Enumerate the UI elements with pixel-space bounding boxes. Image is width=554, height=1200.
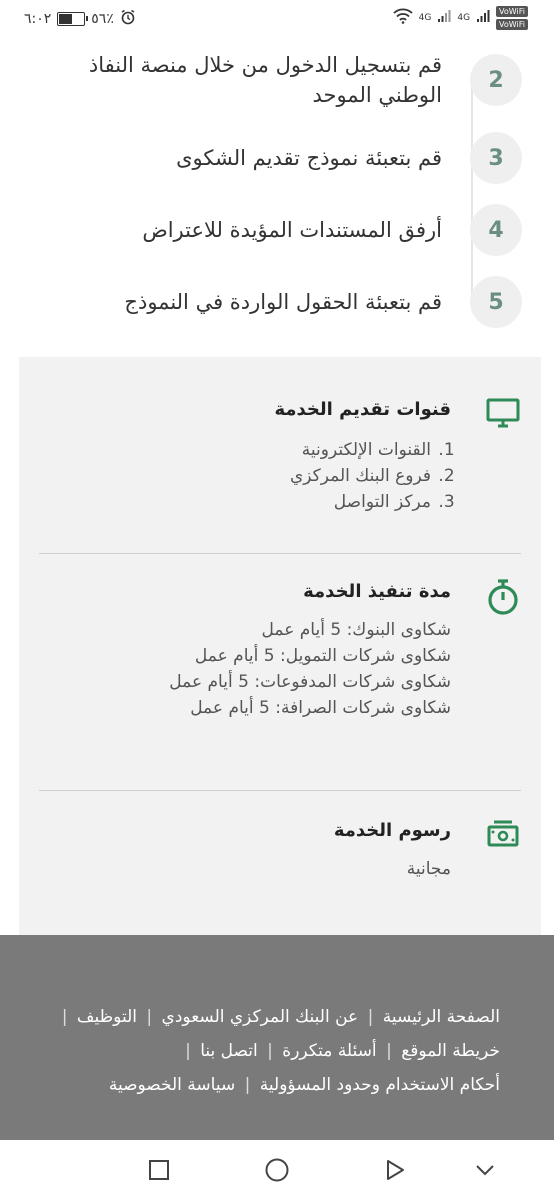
circle-icon — [265, 1158, 289, 1182]
channels-list: القنوات الإلكترونية فروع البنك المركزي م… — [290, 437, 451, 515]
footer-link-faq[interactable]: أسئلة متكررة — [282, 1041, 376, 1061]
cash-icon — [485, 816, 521, 852]
home-button[interactable] — [263, 1156, 291, 1184]
network-type-1: 4G — [418, 13, 432, 23]
service-info-card: قنوات تقديم الخدمة القنوات الإلكترونية ف… — [19, 357, 541, 957]
duration-item: شكاوى البنوك: 5 أيام عمل — [261, 620, 451, 640]
step-text: قم بتعبئة نموذج تقديم الشكوى — [176, 146, 442, 170]
wifi-icon — [393, 8, 413, 28]
network-type-2: 4G — [457, 13, 471, 23]
footer-line-1: الصفحة الرئيسية | عن البنك المركزي السعو… — [58, 1007, 500, 1027]
footer-separator: | — [146, 1007, 153, 1027]
vowifi-badge-2: VoWiFi — [496, 19, 528, 30]
footer-separator: | — [267, 1041, 273, 1061]
step-text: أرفق المستندات المؤيدة للاعتراض — [142, 218, 442, 242]
footer-link-home[interactable]: الصفحة الرئيسية — [383, 1007, 500, 1027]
step-item: 2 قم بتسجيل الدخول من خلال منصة النفاذ ا… — [62, 50, 522, 110]
step-number: 3 — [470, 132, 522, 184]
duration-item: شكاوى شركات الصرافة: 5 أيام عمل — [190, 698, 451, 718]
vowifi-badge-1: VoWiFi — [496, 6, 528, 17]
footer-line-3: أحكام الاستخدام وحدود المسؤولية | سياسة … — [109, 1075, 500, 1095]
step-item: 5 قم بتعبئة الحقول الواردة في النموذج — [62, 276, 522, 328]
footer-separator: | — [367, 1007, 374, 1027]
step-item: 4 أرفق المستندات المؤيدة للاعتراض — [62, 204, 522, 256]
step-text: قم بتعبئة الحقول الواردة في النموذج — [124, 290, 442, 314]
duration-item: شكاوى شركات المدفوعات: 5 أيام عمل — [169, 672, 451, 692]
footer-separator: | — [61, 1007, 68, 1027]
alarm-icon — [120, 9, 136, 29]
footer-separator: | — [244, 1075, 251, 1095]
duration-title: مدة تنفيذ الخدمة — [303, 581, 451, 602]
footer-link-about[interactable]: عن البنك المركزي السعودي — [162, 1007, 359, 1027]
fees-value: مجانية — [406, 859, 451, 879]
navigation-bar — [0, 1140, 554, 1200]
hide-nav-button[interactable] — [471, 1156, 499, 1184]
triangle-icon — [387, 1160, 404, 1180]
recents-button[interactable] — [145, 1156, 173, 1184]
channel-item: مركز التواصل — [290, 489, 433, 515]
footer: الصفحة الرئيسية | عن البنك المركزي السعو… — [0, 935, 554, 1140]
channel-item: القنوات الإلكترونية — [290, 437, 433, 463]
section-divider — [39, 790, 521, 791]
channels-title: قنوات تقديم الخدمة — [274, 399, 451, 420]
step-text: قم بتسجيل الدخول من خلال منصة النفاذ الو… — [88, 53, 442, 107]
vowifi-badges: VoWiFi VoWiFi — [496, 6, 528, 30]
footer-link-terms[interactable]: أحكام الاستخدام وحدود المسؤولية — [260, 1075, 500, 1095]
footer-separator: | — [185, 1041, 191, 1061]
footer-line-2: خريطة الموقع | أسئلة متكررة | اتصل بنا | — [181, 1041, 500, 1061]
step-number: 2 — [470, 54, 522, 106]
back-button[interactable] — [381, 1156, 409, 1184]
footer-separator: | — [386, 1041, 392, 1061]
status-right: 4G 4G VoWiFi VoWiFi — [393, 6, 528, 30]
chevron-down-icon — [476, 1165, 494, 1176]
footer-link-jobs[interactable]: التوظيف — [77, 1007, 137, 1027]
step-item: 3 قم بتعبئة نموذج تقديم الشكوى — [62, 132, 522, 184]
stopwatch-icon — [485, 577, 521, 615]
footer-link-privacy[interactable]: سياسة الخصوصية — [109, 1075, 235, 1095]
status-bar: ٦:٠٢ ٥٦٪ 4G 4G VoWiFi VoWiFi — [0, 0, 554, 36]
fees-title: رسوم الخدمة — [333, 820, 451, 841]
signal-icon-2 — [476, 9, 490, 27]
square-icon — [149, 1160, 169, 1180]
section-divider — [39, 553, 521, 554]
status-time: ٦:٠٢ — [24, 11, 52, 27]
footer-link-contact[interactable]: اتصل بنا — [200, 1041, 258, 1061]
footer-link-sitemap[interactable]: خريطة الموقع — [401, 1041, 500, 1061]
step-number: 4 — [470, 204, 522, 256]
steps-rail — [471, 76, 473, 304]
battery-icon — [57, 12, 89, 26]
monitor-icon — [485, 395, 521, 431]
step-number: 5 — [470, 276, 522, 328]
duration-list: شكاوى البنوك: 5 أيام عمل شكاوى شركات الت… — [169, 617, 451, 721]
signal-icon-1 — [437, 9, 451, 27]
status-left: ٦:٠٢ ٥٦٪ — [24, 9, 136, 29]
channel-item: فروع البنك المركزي — [290, 463, 433, 489]
battery-percent: ٥٦٪ — [91, 11, 114, 27]
duration-item: شكاوى شركات التمويل: 5 أيام عمل — [194, 646, 451, 666]
